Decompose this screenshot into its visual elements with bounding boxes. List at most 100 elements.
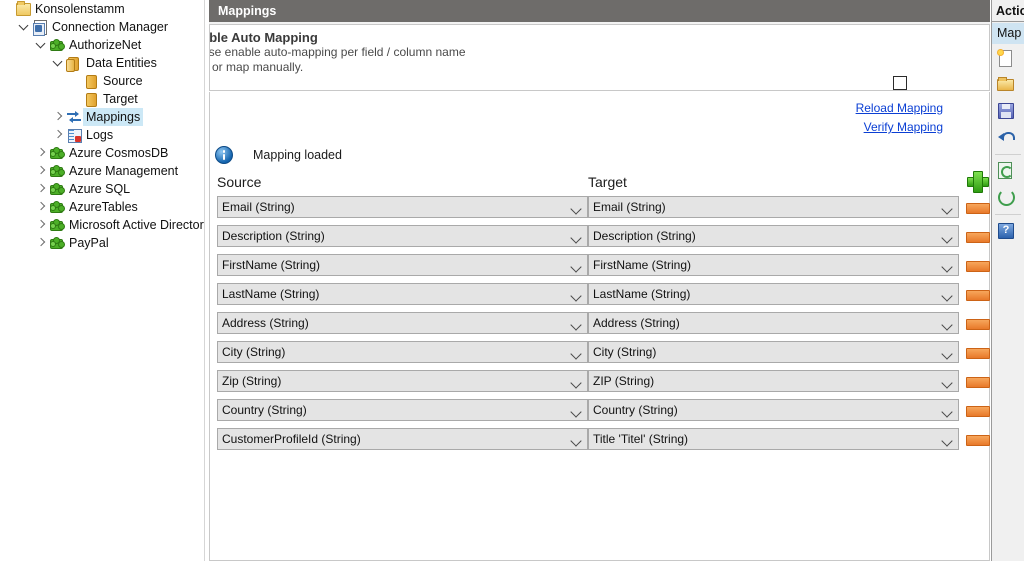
source-field-select[interactable]: FirstName (String)	[217, 254, 588, 276]
target-field-select[interactable]: Title 'Titel' (String)	[588, 428, 959, 450]
source-field-value: Email (String)	[222, 200, 295, 214]
auto-mapping-checkbox[interactable]	[893, 76, 907, 90]
auto-mapping-description-line1: ase enable auto-mapping per field / colu…	[209, 45, 990, 60]
tree-item-azure-management[interactable]: Azure Management	[0, 162, 205, 180]
puzzle-icon	[48, 198, 66, 216]
mapping-row: CustomerProfileId (String) Title 'Titel' …	[209, 428, 990, 457]
remove-mapping-button[interactable]	[966, 232, 990, 243]
refresh-icon	[996, 187, 1014, 205]
actions-panel: Actio Map ?	[991, 0, 1024, 561]
target-field-value: ZIP (String)	[593, 374, 654, 388]
remove-mapping-button[interactable]	[966, 290, 990, 301]
chevron-down-icon	[570, 232, 581, 243]
tree-expander	[68, 90, 82, 108]
tree-expander[interactable]	[34, 234, 48, 252]
target-field-select[interactable]: Address (String)	[588, 312, 959, 334]
tree-item-konsolenstamm[interactable]: Konsolenstamm	[0, 0, 205, 18]
chevron-down-icon	[941, 377, 952, 388]
target-column-header: Target	[588, 174, 627, 190]
tree-item-connection-manager[interactable]: Connection Manager	[0, 18, 205, 36]
source-field-value: Address (String)	[222, 316, 309, 330]
tree-expander[interactable]	[34, 198, 48, 216]
source-field-select[interactable]: LastName (String)	[217, 283, 588, 305]
tree-expander[interactable]	[34, 216, 48, 234]
source-field-value: CustomerProfileId (String)	[222, 432, 361, 446]
tree-item-paypal[interactable]: PayPal	[0, 234, 205, 252]
source-field-select[interactable]: Address (String)	[217, 312, 588, 334]
remove-mapping-button[interactable]	[966, 319, 990, 330]
chevron-down-icon	[570, 377, 581, 388]
target-field-select[interactable]: LastName (String)	[588, 283, 959, 305]
tree-item-data-entities[interactable]: Data Entities	[0, 54, 205, 72]
action-open-mapping[interactable]	[992, 72, 1024, 98]
tree-item-source[interactable]: Source	[0, 72, 205, 90]
target-field-select[interactable]: ZIP (String)	[588, 370, 959, 392]
source-field-select[interactable]: Country (String)	[217, 399, 588, 421]
puzzle-icon	[48, 216, 66, 234]
connection-tree: KonsolenstammConnection ManagerAuthorize…	[0, 0, 205, 252]
target-field-select[interactable]: Description (String)	[588, 225, 959, 247]
source-field-select[interactable]: City (String)	[217, 341, 588, 363]
mapping-row: Description (String)Description (String)	[209, 225, 990, 254]
tree-item-label: Logs	[83, 126, 116, 144]
remove-mapping-button[interactable]	[966, 203, 990, 214]
tree-item-authorizenet[interactable]: AuthorizeNet	[0, 36, 205, 54]
reload-mapping-link[interactable]: Reload Mapping	[743, 99, 943, 118]
target-field-value: LastName (String)	[593, 287, 690, 301]
tree-item-microsoft-active-directory[interactable]: Microsoft Active Directory	[0, 216, 205, 234]
tree-expander[interactable]	[34, 162, 48, 180]
tree-expander[interactable]	[51, 54, 65, 72]
tree-expander[interactable]	[17, 18, 31, 36]
mapping-row: Address (String) Address (String)	[209, 312, 990, 341]
tree-expander[interactable]	[34, 180, 48, 198]
remove-mapping-button[interactable]	[966, 261, 990, 272]
action-reload-mapping[interactable]	[992, 158, 1024, 184]
target-field-select[interactable]: Country (String)	[588, 399, 959, 421]
actions-tab-mappings[interactable]: Map	[992, 23, 1024, 44]
tree-item-logs[interactable]: Logs	[0, 126, 205, 144]
source-field-select[interactable]: Zip (String)	[217, 370, 588, 392]
remove-mapping-button[interactable]	[966, 406, 990, 417]
action-undo[interactable]	[992, 124, 1024, 150]
source-field-select[interactable]: Description (String)	[217, 225, 588, 247]
action-refresh[interactable]	[992, 184, 1024, 210]
data-entities-icon	[65, 54, 83, 72]
tree-item-azure-cosmosdb[interactable]: Azure CosmosDB	[0, 144, 205, 162]
tree-item-azure-sql[interactable]: Azure SQL	[0, 180, 205, 198]
puzzle-icon	[48, 234, 66, 252]
chevron-down-icon	[941, 290, 952, 301]
tree-item-label: Target	[100, 90, 141, 108]
target-field-select[interactable]: Email (String)	[588, 196, 959, 218]
target-field-select[interactable]: City (String)	[588, 341, 959, 363]
tree-item-azuretables[interactable]: AzureTables	[0, 198, 205, 216]
puzzle-icon	[48, 144, 66, 162]
source-field-select[interactable]: Email (String)	[217, 196, 588, 218]
tree-expander[interactable]	[51, 126, 65, 144]
tree-expander[interactable]	[34, 36, 48, 54]
entity-icon	[82, 72, 100, 90]
tree-expander[interactable]	[34, 144, 48, 162]
source-field-select[interactable]: CustomerProfileId (String)	[217, 428, 588, 450]
add-mapping-button[interactable]	[966, 170, 988, 192]
tree-item-target[interactable]: Target	[0, 90, 205, 108]
mapping-row: LastName (String) LastName (String)	[209, 283, 990, 312]
tree-item-mappings[interactable]: Mappings	[0, 108, 205, 126]
tree-expander[interactable]	[51, 108, 65, 126]
chevron-down-icon	[570, 290, 581, 301]
chevron-down-icon	[570, 261, 581, 272]
remove-mapping-button[interactable]	[966, 377, 990, 388]
actions-separator	[992, 150, 1024, 158]
target-field-select[interactable]: FirstName (String)	[588, 254, 959, 276]
tree-item-label: Konsolenstamm	[32, 0, 128, 18]
reload-mapping-icon	[996, 161, 1014, 179]
action-new-mapping[interactable]	[992, 46, 1024, 72]
action-save-mapping[interactable]	[992, 98, 1024, 124]
tree-item-label: Microsoft Active Directory	[66, 216, 205, 234]
action-help[interactable]: ?	[992, 218, 1024, 244]
puzzle-icon	[48, 36, 66, 54]
mapping-row: Country (String)Country (String)	[209, 399, 990, 428]
remove-mapping-button[interactable]	[966, 348, 990, 359]
source-field-value: Zip (String)	[222, 374, 281, 388]
verify-mapping-link[interactable]: Verify Mapping	[743, 118, 943, 137]
remove-mapping-button[interactable]	[966, 435, 990, 446]
